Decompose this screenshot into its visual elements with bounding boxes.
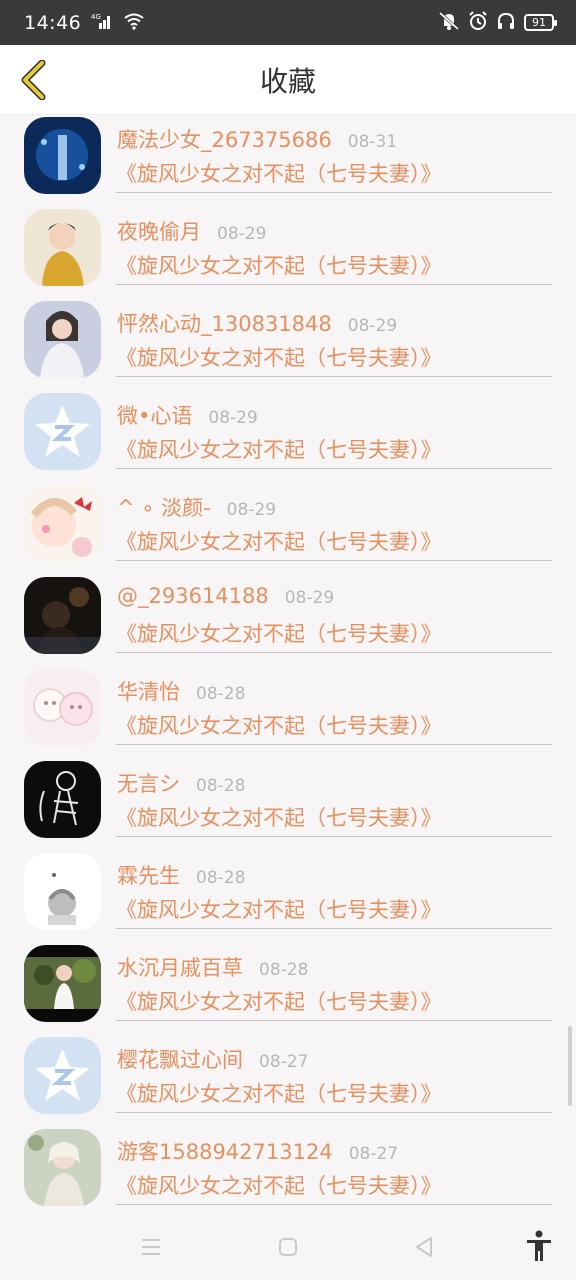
date: 08-29 <box>284 588 335 608</box>
item-body: 游客1588942713124 08-27 《旋风少女之对不起（七号夫妻）》 <box>116 1128 552 1205</box>
list-item[interactable]: @_293614188 08-29 《旋风少女之对不起（七号夫妻）》 <box>0 576 576 668</box>
list-item[interactable]: 霖先生 08-28 《旋风少女之对不起（七号夫妻）》 <box>0 852 576 944</box>
avatar <box>24 577 101 654</box>
list-item[interactable]: 怦然心动_130831848 08-29 《旋风少女之对不起（七号夫妻）》 <box>0 300 576 392</box>
item-body: 樱花飘过心间 08-27 《旋风少女之对不起（七号夫妻）》 <box>116 1036 552 1113</box>
menu-button[interactable] <box>136 1232 166 1262</box>
network-label: 4G <box>91 13 101 21</box>
list-item[interactable]: 魔法少女_267375686 08-31 《旋风少女之对不起（七号夫妻）》 <box>0 116 576 208</box>
date: 08-27 <box>348 1144 399 1164</box>
list-item[interactable]: 夜晚偷月 08-29 《旋风少女之对不起（七号夫妻）》 <box>0 208 576 300</box>
status-time: 14:46 <box>24 11 82 34</box>
date: 08-29 <box>208 408 258 428</box>
avatar <box>24 853 101 930</box>
avatar <box>24 485 101 562</box>
list-item[interactable]: 水沉月戚百草 08-28 《旋风少女之对不起（七号夫妻）》 <box>0 944 576 1036</box>
list-item[interactable]: 微•心语 08-29 《旋风少女之对不起（七号夫妻）》 <box>0 392 576 484</box>
date: 08-28 <box>259 960 309 980</box>
item-body: 怦然心动_130831848 08-29 《旋风少女之对不起（七号夫妻）》 <box>116 300 552 377</box>
menu-icon <box>142 1239 160 1255</box>
book-title[interactable]: 《旋风少女之对不起（七号夫妻）》 <box>116 158 442 188</box>
user-name[interactable]: 游客1588942713124 <box>117 1136 333 1166</box>
book-title[interactable]: 《旋风少女之对不起（七号夫妻）》 <box>116 802 442 832</box>
user-name[interactable]: 华清怡 <box>117 676 180 706</box>
date: 08-28 <box>196 684 246 704</box>
list-item[interactable]: ^ ∘ 淡颜- 08-29 《旋风少女之对不起（七号夫妻）》 <box>0 484 576 576</box>
user-name[interactable]: 樱花飘过心间 <box>117 1044 243 1074</box>
bottom-nav <box>0 1212 576 1280</box>
item-body: 水沉月戚百草 08-28 《旋风少女之对不起（七号夫妻）》 <box>116 944 552 1021</box>
item-body: @_293614188 08-29 《旋风少女之对不起（七号夫妻）》 <box>116 576 552 653</box>
back-nav-button[interactable] <box>409 1232 439 1262</box>
wifi-icon <box>123 12 145 34</box>
signal-icon: 4G <box>91 12 113 34</box>
list-item[interactable]: 无言シ 08-28 《旋风少女之对不起（七号夫妻）》 <box>0 760 576 852</box>
item-body: 无言シ 08-28 《旋风少女之对不起（七号夫妻）》 <box>116 760 552 837</box>
home-square-icon <box>279 1238 297 1256</box>
avatar <box>24 761 101 838</box>
favorites-list[interactable]: 魔法少女_267375686 08-31 《旋风少女之对不起（七号夫妻）》 夜晚偷… <box>0 116 576 1212</box>
date: 08-29 <box>347 316 398 336</box>
book-title[interactable]: 《旋风少女之对不起（七号夫妻）》 <box>116 710 442 740</box>
home-button[interactable] <box>273 1232 303 1262</box>
back-button[interactable] <box>10 55 56 105</box>
back-triangle-icon <box>416 1237 432 1257</box>
date: 08-29 <box>217 224 267 244</box>
item-body: ^ ∘ 淡颜- 08-29 《旋风少女之对不起（七号夫妻）》 <box>116 484 552 561</box>
date: 08-28 <box>196 868 246 888</box>
accessibility-button[interactable] <box>523 1228 555 1264</box>
user-name[interactable]: @_293614188 <box>117 584 269 608</box>
status-left: 14:46 4G <box>24 12 145 34</box>
date: 08-29 <box>226 500 277 520</box>
accessibility-icon <box>527 1230 551 1261</box>
book-title[interactable]: 《旋风少女之对不起（七号夫妻）》 <box>116 1170 442 1200</box>
user-name[interactable]: 霖先生 <box>117 860 180 890</box>
avatar <box>24 117 101 194</box>
date: 08-27 <box>259 1052 309 1072</box>
book-title[interactable]: 《旋风少女之对不起（七号夫妻）》 <box>116 250 442 280</box>
mute-icon <box>438 11 460 35</box>
user-name[interactable]: 无言シ <box>117 768 180 798</box>
alarm-icon <box>468 10 488 35</box>
user-name[interactable]: 魔法少女_267375686 <box>117 124 332 154</box>
avatar <box>24 1129 101 1206</box>
book-title[interactable]: 《旋风少女之对不起（七号夫妻）》 <box>116 986 442 1016</box>
status-bar: 14:46 4G 91 <box>0 0 576 45</box>
item-body: 夜晚偷月 08-29 《旋风少女之对不起（七号夫妻）》 <box>116 208 552 285</box>
list-item[interactable]: 华清怡 08-28 《旋风少女之对不起（七号夫妻）》 <box>0 668 576 760</box>
user-name[interactable]: 夜晚偷月 <box>117 216 201 246</box>
list-item[interactable]: 樱花飘过心间 08-27 《旋风少女之对不起（七号夫妻）》 <box>0 1036 576 1128</box>
list-item[interactable]: 游客1588942713124 08-27 《旋风少女之对不起（七号夫妻）》 <box>0 1128 576 1212</box>
book-title[interactable]: 《旋风少女之对不起（七号夫妻）》 <box>116 894 442 924</box>
avatar <box>24 393 101 470</box>
user-name[interactable]: 水沉月戚百草 <box>117 952 243 982</box>
date: 08-28 <box>196 776 246 796</box>
avatar <box>24 209 101 286</box>
user-name[interactable]: ^ ∘ 淡颜- <box>117 492 211 522</box>
back-arrow-icon <box>21 60 46 100</box>
avatar <box>24 1037 101 1114</box>
book-title[interactable]: 《旋风少女之对不起（七号夫妻）》 <box>116 434 442 464</box>
page-title: 收藏 <box>259 64 316 98</box>
avatar <box>24 669 101 746</box>
user-name[interactable]: 微•心语 <box>117 400 192 430</box>
battery-icon: 91 <box>524 14 557 31</box>
date: 08-31 <box>347 132 398 152</box>
item-body: 魔法少女_267375686 08-31 《旋风少女之对不起（七号夫妻）》 <box>116 116 552 193</box>
book-title[interactable]: 《旋风少女之对不起（七号夫妻）》 <box>116 1078 442 1108</box>
book-title[interactable]: 《旋风少女之对不起（七号夫妻）》 <box>116 342 442 372</box>
item-body: 华清怡 08-28 《旋风少女之对不起（七号夫妻）》 <box>116 668 552 745</box>
book-title[interactable]: 《旋风少女之对不起（七号夫妻）》 <box>116 526 442 556</box>
status-right: 91 <box>438 10 557 35</box>
scrollbar[interactable] <box>568 1026 572 1106</box>
avatar <box>24 945 101 1022</box>
headphones-icon <box>496 11 516 35</box>
item-body: 微•心语 08-29 《旋风少女之对不起（七号夫妻）》 <box>116 392 552 469</box>
book-title[interactable]: 《旋风少女之对不起（七号夫妻）》 <box>116 618 442 648</box>
user-name[interactable]: 怦然心动_130831848 <box>117 308 332 338</box>
item-body: 霖先生 08-28 《旋风少女之对不起（七号夫妻）》 <box>116 852 552 929</box>
header: 收藏 <box>0 45 576 115</box>
avatar <box>24 301 101 378</box>
